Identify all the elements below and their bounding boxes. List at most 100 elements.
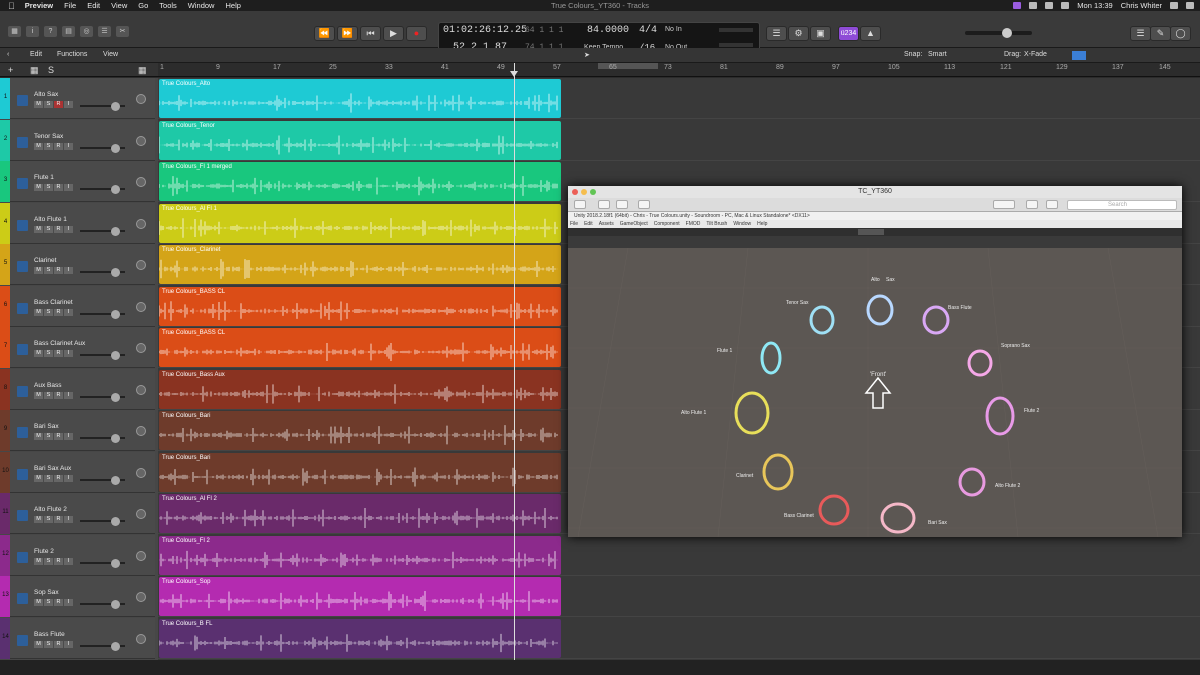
notes-icon[interactable]: ✎ <box>1150 26 1171 41</box>
track-name[interactable]: Clarinet <box>34 257 56 264</box>
volume-fader-knob[interactable] <box>111 641 120 651</box>
volume-fader-knob[interactable] <box>111 226 120 236</box>
menu-app[interactable]: Preview <box>25 1 53 10</box>
unity-menu-window[interactable]: Window <box>733 221 751 227</box>
volume-fader-knob[interactable] <box>111 351 120 360</box>
audio-region[interactable]: True Colours_B FL <box>159 618 561 658</box>
volume-fader-knob[interactable] <box>111 600 120 609</box>
solo-button[interactable]: S <box>44 391 53 399</box>
track-name[interactable]: Flute 1 <box>34 174 54 181</box>
record-enable-button[interactable]: R <box>54 433 63 440</box>
track-name[interactable]: Sop Sax <box>34 589 59 596</box>
menu-go[interactable]: Go <box>138 1 148 10</box>
track-header[interactable]: 4 Alto Flute 1 MSRI <box>0 202 155 244</box>
help-icon[interactable]: ? <box>44 26 57 37</box>
volume-fader-knob[interactable] <box>111 143 120 153</box>
record-enable-button[interactable]: R <box>54 640 63 648</box>
add-track-icon[interactable]: + <box>8 65 13 75</box>
pan-knob[interactable] <box>136 177 146 187</box>
volume-fader-knob[interactable] <box>111 475 120 485</box>
inspector-icon[interactable]: i <box>26 26 39 37</box>
solo-button[interactable]: S <box>44 640 53 648</box>
mute-button[interactable]: M <box>34 474 43 482</box>
track-header[interactable]: 8 Aux Bass M S R I <box>0 368 155 410</box>
master-volume-knob[interactable] <box>1002 28 1012 38</box>
apple-icon[interactable]:  <box>8 1 15 11</box>
loops-icon[interactable]: ◯ <box>1170 26 1191 41</box>
volume-icon[interactable] <box>1045 2 1054 9</box>
waveform-icon[interactable] <box>17 344 28 355</box>
track-header[interactable]: 6 Bass Clarinet M S R I <box>0 285 155 327</box>
track-name[interactable]: Bass Flute <box>34 631 65 638</box>
volume-fader-knob[interactable] <box>111 185 120 194</box>
track-name[interactable]: Aux Bass <box>34 382 61 389</box>
input-monitor-button[interactable]: I <box>64 599 73 606</box>
track-header[interactable]: 9 Bari Sax M S R I <box>0 410 155 451</box>
pan-knob[interactable] <box>136 260 146 270</box>
audio-region[interactable]: True Colours_Al Fl 2 <box>159 494 561 533</box>
menu-tools[interactable]: Tools <box>159 1 177 10</box>
track-header[interactable]: 3 Flute 1 MSRI <box>0 161 155 202</box>
pan-knob[interactable] <box>136 550 146 561</box>
notification-icon[interactable] <box>1186 2 1194 9</box>
pan-knob[interactable] <box>136 218 146 229</box>
mute-button[interactable]: M <box>34 142 43 150</box>
solo-button[interactable]: S <box>44 474 53 482</box>
menu-edit[interactable]: Edit <box>87 1 100 10</box>
track-header[interactable]: 1 Alto Sax M S R I <box>0 78 155 119</box>
track-name[interactable]: Alto Sax <box>34 91 58 98</box>
menu-file[interactable]: File <box>64 1 76 10</box>
pan-knob[interactable] <box>136 426 146 436</box>
volume-fader-knob[interactable] <box>111 392 120 402</box>
audio-region[interactable]: True Colours_Fl 1 merged <box>159 162 561 201</box>
unity-menu-file[interactable]: File <box>570 221 578 227</box>
solo-button[interactable]: S <box>44 308 53 316</box>
input-monitor-button[interactable]: I <box>64 391 73 399</box>
track-header[interactable]: 14 Bass Flute M S R I <box>0 617 155 659</box>
track-name[interactable]: Alto Flute 2 <box>34 506 67 513</box>
pan-knob[interactable] <box>136 509 146 519</box>
zoom-in-icon[interactable] <box>616 200 628 209</box>
volume-fader-knob[interactable] <box>111 309 120 319</box>
record-enable-button[interactable]: R <box>54 391 63 399</box>
solo-button[interactable]: S <box>44 433 53 440</box>
track-header[interactable]: 2 Tenor Sax M S R I <box>0 119 155 161</box>
audio-region[interactable]: True Colours_Sop <box>159 577 561 616</box>
tuner-icon[interactable]: ⚙ <box>788 26 809 41</box>
waveform-icon[interactable] <box>17 634 28 646</box>
input-monitor-button[interactable]: I <box>64 516 73 523</box>
count-in-icon[interactable]: ▣ <box>810 26 831 41</box>
mute-button[interactable]: M <box>34 516 43 523</box>
share-icon[interactable] <box>638 200 650 209</box>
mute-button[interactable]: M <box>34 308 43 316</box>
unity-menu-help[interactable]: Help <box>757 221 767 227</box>
scene-view[interactable]: Alto Sax Tenor Sax Bass Flute Soprano Sa… <box>568 247 1182 538</box>
record-enable-button[interactable]: R <box>54 184 63 191</box>
rotate-icon[interactable] <box>1026 200 1038 209</box>
library-icon[interactable]: ▦ <box>8 26 21 37</box>
mute-button[interactable]: M <box>34 184 43 191</box>
input-monitor-button[interactable]: I <box>64 433 73 440</box>
waveform-icon[interactable] <box>17 136 28 148</box>
replace-button[interactable]: ü234 <box>838 26 859 41</box>
track-zoom-icon[interactable]: ▦ <box>138 65 147 76</box>
waveform-icon[interactable] <box>17 593 28 604</box>
unity-menu-gameobject[interactable]: GameObject <box>620 221 648 227</box>
audio-region[interactable]: True Colours_Bari <box>159 452 561 492</box>
input-monitor-button[interactable]: I <box>64 267 73 274</box>
record-enable-button[interactable]: R <box>54 599 63 606</box>
audio-region[interactable]: True Colours_Alto <box>159 79 561 118</box>
snap-select[interactable]: Smart <box>928 51 947 58</box>
waveform-icon[interactable] <box>17 219 28 231</box>
record-button[interactable]: ● <box>406 26 427 41</box>
volume-fader-knob[interactable] <box>111 268 120 277</box>
pan-knob[interactable] <box>136 135 146 146</box>
rewind-button[interactable]: ⏪ <box>314 26 335 41</box>
waveform-zoom-icon[interactable] <box>1072 51 1086 60</box>
waveform-icon[interactable] <box>17 510 28 521</box>
track-name[interactable]: Bari Sax Aux <box>34 465 71 472</box>
list-icon[interactable]: ☰ <box>1130 26 1151 41</box>
record-enable-button[interactable]: R <box>54 557 63 565</box>
record-enable-button[interactable]: R <box>54 267 63 274</box>
solo-button[interactable]: S <box>44 350 53 357</box>
